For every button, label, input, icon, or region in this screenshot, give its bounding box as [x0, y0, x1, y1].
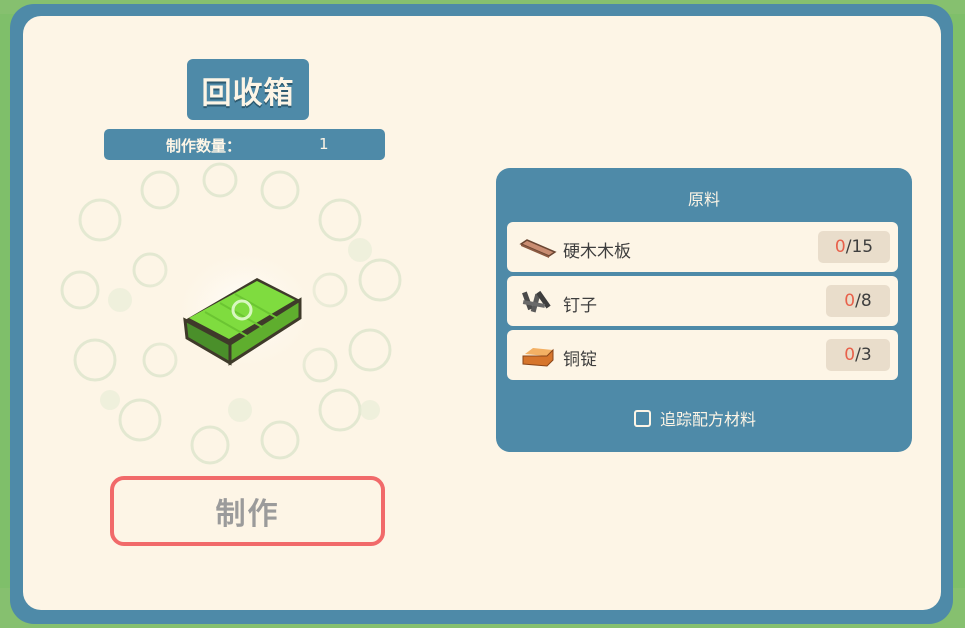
- track-checkbox[interactable]: [634, 409, 651, 427]
- item-title: 回收箱: [187, 59, 309, 120]
- item-preview: [40, 160, 440, 470]
- material-count: 0 / 3: [826, 339, 890, 371]
- track-label: 追踪配方材料: [660, 410, 757, 429]
- craft-quantity-label: 制作数量：: [166, 137, 242, 155]
- material-count: 0 / 8: [826, 285, 890, 317]
- material-name: 硬木木板: [563, 242, 631, 262]
- materials-panel: 原料 硬木木板 0 / 15 钉子 0 / 8 铜锭 0 / 3 追踪配方材料: [496, 168, 912, 452]
- material-name: 钉子: [563, 296, 597, 316]
- material-row-hardwood: 硬木木板 0 / 15: [507, 222, 898, 272]
- nails-icon: [522, 290, 551, 313]
- material-row-copper-ingot: 铜锭 0 / 3: [507, 330, 898, 380]
- craft-quantity-bar: 制作数量： 1: [104, 129, 385, 160]
- material-row-nails: 钉子 0 / 8: [507, 276, 898, 326]
- material-count: 0 / 15: [818, 231, 890, 263]
- item-preview-art: [60, 162, 402, 465]
- track-materials-toggle[interactable]: 追踪配方材料: [634, 406, 756, 430]
- materials-header: 原料: [687, 190, 720, 209]
- material-name: 铜锭: [563, 350, 597, 370]
- craft-quantity-value: 1: [319, 135, 329, 153]
- hardwood-plank-icon: [519, 239, 557, 258]
- craft-button[interactable]: 制作: [110, 476, 385, 546]
- copper-ingot-icon: [522, 348, 554, 367]
